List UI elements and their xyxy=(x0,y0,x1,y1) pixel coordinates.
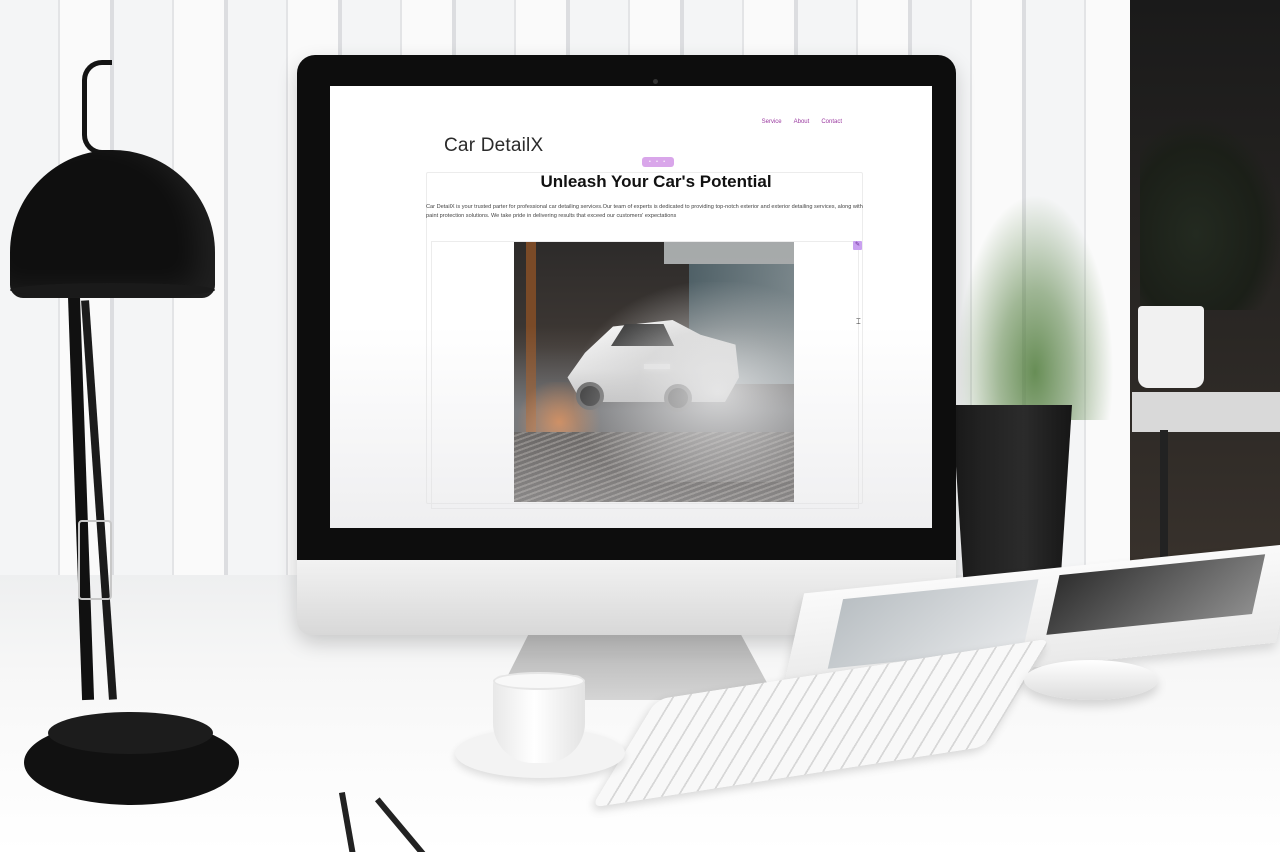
photo-steam xyxy=(574,282,794,482)
lamp-spring xyxy=(78,520,112,600)
lamp-base-top xyxy=(48,712,213,754)
camera-icon xyxy=(653,79,658,84)
section-badge: • • • xyxy=(642,157,674,167)
mouse xyxy=(1024,660,1158,700)
nav-link-service[interactable]: Service xyxy=(762,119,782,125)
hero-intro-text: Car DetailX is your trusted parter for p… xyxy=(426,204,863,219)
plant-pot xyxy=(952,405,1072,590)
hero-headline: Unleash Your Car's Potential xyxy=(540,172,772,191)
desk-plant xyxy=(950,180,1120,420)
nav-link-about[interactable]: About xyxy=(794,119,810,125)
magazine-page-right xyxy=(1046,554,1266,635)
nav-link-contact[interactable]: Contact xyxy=(821,119,842,125)
mouse-cursor-icon: ⌶ xyxy=(856,317,861,326)
lamp-cord xyxy=(82,60,112,155)
monitor-screen: Service About Contact Car DetailX • • • … xyxy=(330,86,932,528)
background-plant xyxy=(1140,120,1280,310)
site-nav: Service About Contact xyxy=(762,119,842,125)
pencil-icon[interactable]: ✎ xyxy=(853,241,862,250)
car-wash-photo xyxy=(514,242,794,502)
photo-ceiling xyxy=(664,242,794,264)
site-brand[interactable]: Car DetailX xyxy=(444,135,543,157)
lamp-rim xyxy=(10,283,215,297)
background-shelf xyxy=(1132,392,1280,432)
background-pot xyxy=(1138,306,1204,388)
coffee-cup-rim xyxy=(493,672,585,690)
